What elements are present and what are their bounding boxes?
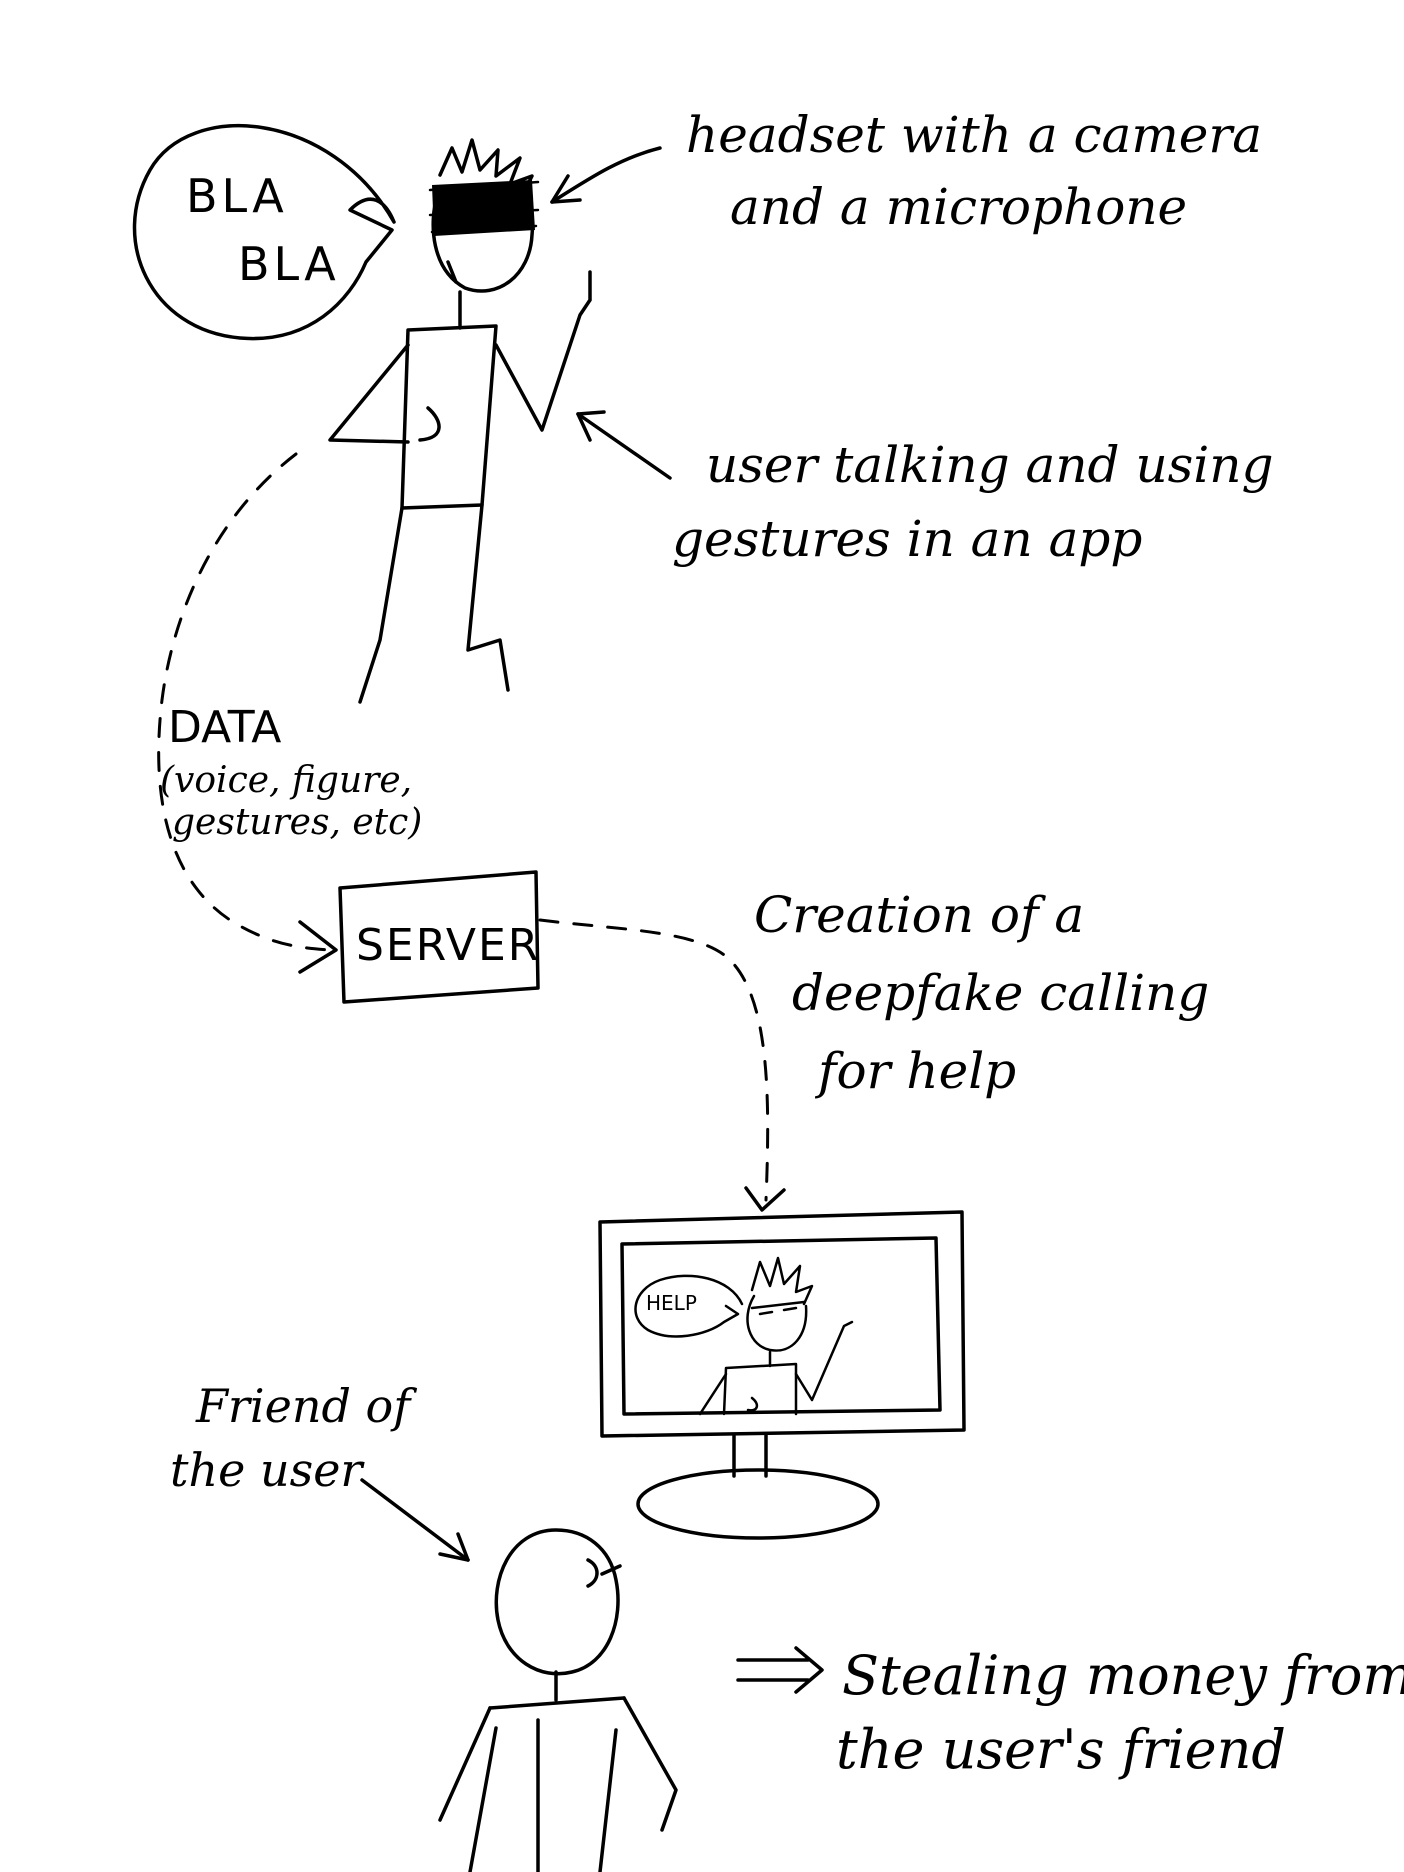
data-detail-1: (voice, figure,: [160, 760, 412, 801]
headset-icon: [428, 180, 540, 236]
friend-label-1: Friend of: [195, 1379, 417, 1433]
speech-text-1: BLA: [186, 169, 288, 223]
monitor-frame: [598, 1210, 966, 1438]
deepfake-diagram: BLA BLA headset with a camera and a micr…: [132, 106, 1404, 1872]
help-bubble: HELP: [634, 1274, 744, 1338]
monitor: HELP: [598, 1210, 966, 1540]
friend-annotation: Friend of the user: [170, 1379, 470, 1562]
friend-figure: [438, 1528, 678, 1872]
user-arrow: [576, 412, 672, 480]
data-flow: DATA (voice, figure, gestures, etc): [157, 452, 422, 974]
outcome-label-2: the user's friend: [836, 1718, 1286, 1781]
speech-bubble: BLA BLA: [132, 124, 396, 341]
outcome-label-1: Stealing money from: [842, 1644, 1404, 1707]
help-text: HELP: [646, 1291, 697, 1315]
creation-label-2: deepfake calling: [792, 964, 1209, 1022]
headset-label-1: headset with a camera: [686, 106, 1262, 164]
user-figure: [328, 138, 592, 704]
creation-label-1: Creation of a: [754, 886, 1084, 944]
friend-label-2: the user: [170, 1443, 365, 1497]
server-dashed-arrow: [538, 918, 770, 1202]
server-box: SERVER: [338, 870, 540, 1004]
monitor-screen: [620, 1236, 942, 1416]
data-title: DATA: [168, 702, 281, 753]
server-flow: Creation of a deepfake calling for help: [538, 886, 1209, 1212]
creation-label-3: for help: [814, 1042, 1016, 1100]
user-label-1: user talking and using: [706, 436, 1274, 494]
headset-annotation: headset with a camera and a microphone: [550, 106, 1262, 236]
outcome: Stealing money from the user's friend: [736, 1644, 1404, 1781]
outcome-arrow-icon: [736, 1646, 824, 1694]
user-annotation: user talking and using gestures in an ap…: [576, 410, 1274, 568]
headset-label-2: and a microphone: [730, 178, 1187, 236]
friend-arrow: [360, 1478, 470, 1562]
server-label: SERVER: [356, 920, 540, 971]
monitor-base: [636, 1468, 880, 1540]
user-label-2: gestures in an app: [672, 510, 1142, 568]
speech-text-2: BLA: [238, 237, 340, 291]
deepfake-figure: [698, 1256, 854, 1416]
data-detail-2: gestures, etc): [172, 802, 422, 843]
